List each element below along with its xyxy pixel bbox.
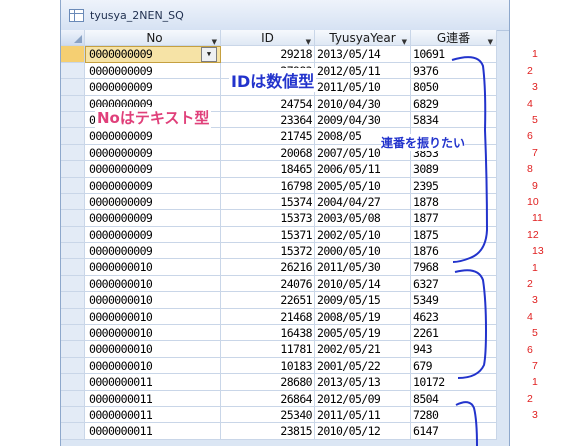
sequence-number: 1	[532, 48, 538, 61]
sequence-number: 4	[527, 310, 533, 323]
group-braces	[451, 56, 489, 446]
sequence-number: 9	[532, 179, 538, 192]
sequence-number: 2	[527, 278, 533, 290]
sequence-number: 7	[532, 360, 538, 372]
sequence-number: 5	[532, 327, 538, 340]
sequence-number: 12	[527, 228, 539, 241]
sequence-number: 3	[532, 294, 538, 307]
brace-group-1	[451, 56, 489, 263]
sequence-number: 6	[527, 130, 533, 143]
sequence-number: 2	[527, 392, 533, 405]
sequence-number: 6	[527, 343, 533, 356]
sequence-number: 11	[532, 212, 543, 225]
sequence-number: 10	[527, 196, 539, 208]
sequence-number: 5	[532, 114, 538, 126]
sequence-number: 1	[532, 376, 538, 389]
sequence-number: 8	[527, 163, 533, 176]
sequence-number: 4	[527, 97, 533, 110]
brace-group-3	[455, 401, 478, 446]
sequence-number: 3	[532, 81, 538, 94]
sequence-number: 2	[527, 64, 533, 77]
sequence-number: 3	[532, 409, 538, 422]
brace-group-2	[454, 269, 488, 379]
sequence-number: 1	[532, 261, 538, 274]
sequence-number: 7	[532, 146, 538, 159]
sequence-number: 13	[532, 245, 544, 258]
